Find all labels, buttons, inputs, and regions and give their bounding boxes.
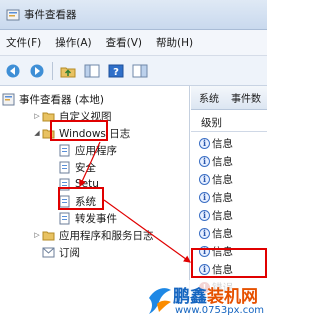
watermark-brand-a: 鹏鑫: [173, 287, 207, 307]
info-icon: i: [199, 137, 210, 149]
tree-item-label: 应用程序: [75, 144, 117, 157]
svg-text:?: ?: [113, 67, 119, 78]
folder-icon: [42, 127, 55, 140]
toolbar-separator: [52, 61, 53, 80]
list-item[interactable]: i 信息: [191, 242, 267, 260]
level-label: 信息: [212, 245, 233, 258]
watermark-url: www.0753px.com: [175, 305, 265, 316]
menu-file[interactable]: 文件(F): [6, 35, 41, 50]
log-tab-strip: 系统 事件数: [191, 86, 267, 110]
menu-action[interactable]: 操作(A): [55, 35, 91, 50]
log-icon: [58, 161, 71, 174]
tree-item-app-services[interactable]: ▷ 应用程序和服务日志: [32, 226, 154, 244]
tree-item-label: Windows 日志: [59, 127, 131, 140]
event-viewer-icon: [2, 93, 15, 106]
bird-logo-icon: [149, 288, 171, 314]
tree-item-custom-views[interactable]: ▷ 自定义视图: [32, 107, 112, 125]
tab-system[interactable]: 系统: [199, 90, 219, 105]
subscription-icon: [42, 246, 55, 259]
info-icon: i: [199, 155, 210, 167]
list-item[interactable]: i 信息: [191, 134, 267, 152]
show-tree-button[interactable]: [83, 62, 101, 80]
watermark: 鹏鑫装机网 www.0753px.com: [145, 280, 267, 320]
tree-item-subscriptions[interactable]: 订阅: [42, 243, 80, 261]
tree-item-system[interactable]: 系统: [58, 192, 96, 210]
window-title: 事件查看器: [24, 9, 77, 21]
level-label: 信息: [212, 137, 233, 150]
tree-item-application[interactable]: 应用程序: [58, 141, 117, 159]
menu-bar: 文件(F) 操作(A) 查看(V) 帮助(H): [0, 30, 267, 56]
expand-arrow-icon[interactable]: ▷: [32, 231, 42, 239]
level-label: 信息: [212, 191, 233, 204]
tree-item-label: 事件查看器 (本地): [19, 93, 105, 106]
info-icon: i: [199, 173, 210, 185]
log-icon: [58, 144, 71, 157]
watermark-brand: 鹏鑫装机网: [173, 282, 258, 307]
info-icon: i: [199, 191, 210, 203]
arrow-right-icon: [30, 64, 44, 77]
up-folder-button[interactable]: [59, 62, 77, 80]
tree-item-label: 转发事件: [75, 212, 117, 225]
toolbar: ?: [0, 56, 267, 86]
forward-button[interactable]: [28, 62, 46, 80]
info-icon: i: [199, 227, 210, 239]
folder-icon: [42, 229, 55, 242]
watermark-brand-b: 装机网: [207, 287, 258, 307]
tab-event-count[interactable]: 事件数: [231, 90, 261, 105]
list-item[interactable]: i 信息: [191, 188, 267, 206]
menu-help[interactable]: 帮助(H): [156, 35, 193, 50]
tree-item-label: Setu: [75, 178, 99, 190]
tree-item-label: 安全: [75, 161, 96, 174]
help-button[interactable]: ?: [107, 62, 125, 80]
info-icon: i: [199, 245, 210, 257]
tree-item-security[interactable]: 安全: [58, 158, 96, 176]
expand-arrow-icon[interactable]: ▷: [32, 112, 42, 120]
info-icon: i: [199, 209, 210, 221]
list-item[interactable]: i 信息: [191, 152, 267, 170]
folder-icon: [42, 110, 55, 123]
level-label: 信息: [212, 263, 233, 276]
properties-button[interactable]: [131, 62, 149, 80]
level-label: 信息: [212, 173, 233, 186]
tree-item-label: 应用程序和服务日志: [59, 229, 154, 242]
back-button[interactable]: [4, 62, 22, 80]
tree-item-label: 系统: [75, 195, 96, 208]
tree-item-label: 自定义视图: [59, 110, 112, 123]
tree-item-setup[interactable]: Setu: [58, 175, 99, 193]
level-label: 信息: [212, 227, 233, 240]
tree-item-windows-logs[interactable]: ◢ Windows 日志: [32, 124, 130, 142]
tree-item-label: 订阅: [59, 246, 80, 259]
log-icon: [58, 212, 71, 225]
log-icon: [58, 195, 71, 208]
tree-item-forwarded-events[interactable]: 转发事件: [58, 209, 117, 227]
info-icon: i: [199, 263, 210, 275]
list-item[interactable]: i 信息: [191, 170, 267, 188]
column-header-level[interactable]: 级别: [191, 114, 267, 132]
level-label: 信息: [212, 155, 233, 168]
panel-icon: [132, 64, 148, 77]
event-viewer-icon: [6, 9, 20, 20]
list-item[interactable]: i 信息: [191, 206, 267, 224]
log-icon: [58, 178, 71, 191]
folder-up-icon: [60, 67, 76, 77]
level-label: 信息: [212, 209, 233, 222]
arrow-left-icon: [6, 64, 20, 77]
tree-item-root[interactable]: 事件查看器 (本地): [2, 90, 104, 108]
help-icon: ?: [108, 64, 124, 78]
list-item[interactable]: i 信息: [191, 224, 267, 242]
console-tree-icon: [84, 64, 100, 77]
title-bar: 事件查看器: [0, 0, 267, 30]
menu-view[interactable]: 查看(V): [106, 35, 142, 50]
collapse-arrow-icon[interactable]: ◢: [32, 129, 42, 137]
list-item[interactable]: i 信息: [191, 260, 267, 278]
